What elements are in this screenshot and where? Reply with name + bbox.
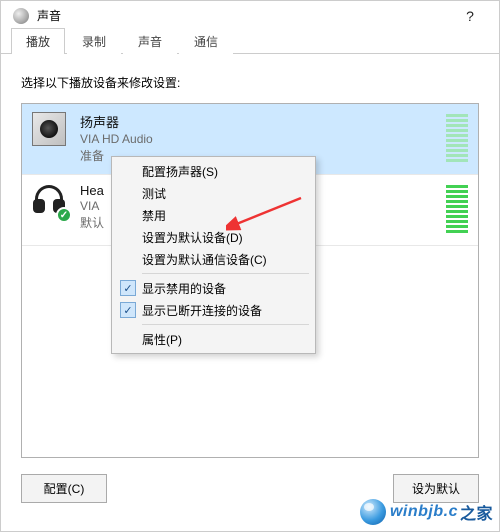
watermark-orb-icon bbox=[360, 499, 386, 525]
titlebar: 声音 ? bbox=[1, 1, 499, 28]
tab-communications[interactable]: 通信 bbox=[179, 28, 233, 54]
menu-configure-speakers[interactable]: 配置扬声器(S) bbox=[114, 160, 313, 182]
menu-label: 显示禁用的设备 bbox=[142, 280, 226, 297]
level-meter bbox=[446, 183, 468, 235]
menu-set-default[interactable]: 设置为默认设备(D) bbox=[114, 226, 313, 248]
sound-icon bbox=[13, 8, 29, 24]
dialog-footer: 配置(C) 设为默认 bbox=[1, 458, 499, 503]
menu-disable[interactable]: 禁用 bbox=[114, 204, 313, 226]
check-icon: ✓ bbox=[120, 280, 136, 296]
menu-show-disabled[interactable]: ✓ 显示禁用的设备 bbox=[114, 277, 313, 299]
watermark: winbjb.c 之家 bbox=[360, 499, 493, 525]
configure-button[interactable]: 配置(C) bbox=[21, 474, 107, 503]
headphone-icon: ✓ bbox=[32, 183, 68, 219]
menu-separator bbox=[142, 273, 309, 274]
check-icon: ✓ bbox=[120, 302, 136, 318]
window-title: 声音 bbox=[37, 7, 61, 24]
watermark-text: winbjb.c bbox=[390, 503, 458, 521]
speaker-icon bbox=[32, 112, 68, 148]
device-name: 扬声器 bbox=[80, 112, 446, 131]
menu-label: 显示已断开连接的设备 bbox=[142, 302, 262, 319]
menu-set-default-comm[interactable]: 设置为默认通信设备(C) bbox=[114, 248, 313, 270]
instruction-text: 选择以下播放设备来修改设置: bbox=[21, 74, 479, 91]
help-button[interactable]: ? bbox=[451, 8, 489, 24]
tab-recording[interactable]: 录制 bbox=[67, 28, 121, 54]
default-badge-icon: ✓ bbox=[56, 207, 72, 223]
menu-separator bbox=[142, 324, 309, 325]
device-provider: VIA HD Audio bbox=[80, 132, 446, 146]
tab-sounds[interactable]: 声音 bbox=[123, 28, 177, 54]
tab-playback[interactable]: 播放 bbox=[11, 28, 65, 54]
context-menu: 配置扬声器(S) 测试 禁用 设置为默认设备(D) 设置为默认通信设备(C) ✓… bbox=[111, 156, 316, 354]
menu-properties[interactable]: 属性(P) bbox=[114, 328, 313, 350]
watermark-cn: 之家 bbox=[460, 500, 493, 524]
tabstrip: 播放 录制 声音 通信 bbox=[1, 28, 499, 54]
menu-show-disconnected[interactable]: ✓ 显示已断开连接的设备 bbox=[114, 299, 313, 321]
sound-dialog: 声音 ? 播放 录制 声音 通信 选择以下播放设备来修改设置: 扬声器 VIA … bbox=[0, 0, 500, 532]
level-meter bbox=[446, 112, 468, 164]
menu-test[interactable]: 测试 bbox=[114, 182, 313, 204]
